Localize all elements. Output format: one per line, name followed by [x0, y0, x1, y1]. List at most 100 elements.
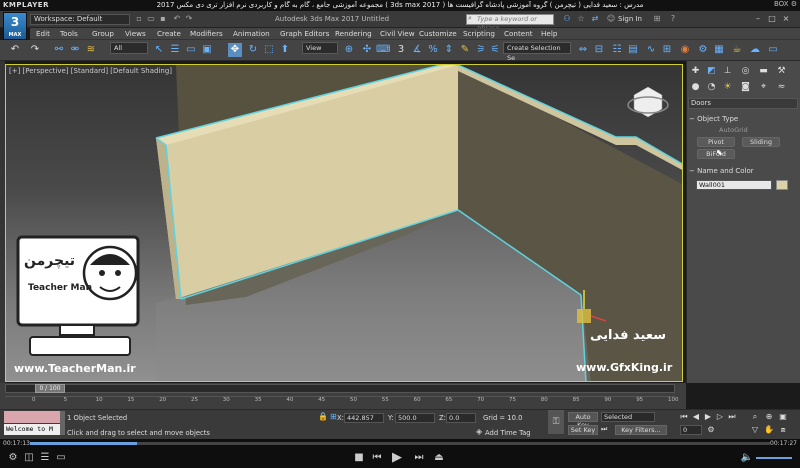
star-icon[interactable]: ☆ [576, 14, 586, 24]
selection-filter-dropdown[interactable]: All [110, 42, 148, 54]
geometry-icon[interactable]: ● [689, 81, 702, 94]
rendered-frame-icon[interactable]: ▦ [712, 43, 726, 57]
align-icon[interactable]: ⚟ [488, 43, 502, 57]
object-name-field[interactable]: Wall001 [696, 180, 772, 190]
player-subtitle-icon[interactable]: ▭ [54, 451, 68, 465]
pan-icon[interactable]: ✋ [764, 425, 774, 435]
category-dropdown[interactable]: Doors [688, 98, 798, 109]
align-tool-icon[interactable]: ⊟ [592, 43, 606, 57]
current-frame-field[interactable]: 0 [680, 425, 702, 435]
select-place-icon[interactable]: ⬆ [278, 43, 292, 57]
help-icon[interactable]: ? [668, 14, 678, 24]
menu-tools[interactable]: Tools [60, 29, 78, 38]
player-stop-icon[interactable]: ■ [352, 451, 366, 465]
select-object-icon[interactable]: ↖ [152, 43, 166, 57]
menu-views[interactable]: Views [125, 29, 146, 38]
select-scale-icon[interactable]: ⬚ [262, 43, 276, 57]
modify-tab-icon[interactable]: ◩ [705, 65, 718, 78]
absolute-mode-icon[interactable]: ⊞ [330, 412, 337, 421]
exchange-icon[interactable]: ⇄ [590, 14, 600, 24]
player-next-icon[interactable]: ⏭ [412, 451, 426, 465]
binoculars-icon[interactable]: ⚇ [562, 14, 572, 24]
player-list-icon[interactable]: ☰ [38, 451, 52, 465]
keyboard-shortcut-icon[interactable]: ⌨ [376, 43, 390, 57]
link-icon[interactable]: ⚯ [52, 43, 66, 57]
menu-animation[interactable]: Animation [233, 29, 270, 38]
sliding-button[interactable]: Sliding [742, 137, 780, 147]
user-icon[interactable]: ☺ [606, 14, 616, 24]
max-app-button[interactable]: 3 MAX [3, 12, 27, 40]
autogrid-checkbox[interactable]: AutoGrid [719, 126, 748, 134]
close-button[interactable]: × [780, 13, 792, 24]
player-volume-slider[interactable] [756, 457, 792, 459]
mirror-tool-icon[interactable]: ⇔ [576, 43, 590, 57]
a360-icon[interactable]: ▭ [766, 43, 780, 57]
edit-named-selection-icon[interactable]: ✎ [458, 43, 472, 57]
save-icon[interactable]: ▪ [158, 14, 168, 24]
player-volume-icon[interactable]: 🔈 [740, 451, 754, 465]
minimize-button[interactable]: – [752, 13, 764, 24]
prev-frame-icon[interactable]: ◀ [691, 412, 701, 422]
new-icon[interactable]: ▫ [134, 14, 144, 24]
display-tab-icon[interactable]: ▬ [757, 65, 770, 78]
cameras-icon[interactable]: ◙ [739, 81, 752, 94]
undo-icon[interactable]: ↶ [8, 43, 22, 57]
redo-small-icon[interactable]: ↷ [184, 14, 194, 24]
goto-start-icon[interactable]: ⏮ [679, 412, 689, 422]
lights-icon[interactable]: ☀ [721, 81, 734, 94]
player-progress-track[interactable] [30, 442, 770, 445]
player-settings-icon[interactable]: ⚙ [6, 451, 20, 465]
maxscript-listener-mini[interactable] [4, 411, 60, 423]
utilities-tab-icon[interactable]: ⚒ [775, 65, 788, 78]
schematic-view-icon[interactable]: ⊞ [660, 43, 674, 57]
zoom-viewport-icon[interactable]: ⌕ [750, 412, 760, 422]
player-right-label[interactable]: BOX ⚙ [774, 0, 797, 8]
name-color-rollout[interactable]: − Name and Color [689, 166, 797, 176]
helpers-icon[interactable]: ⌖ [757, 81, 770, 94]
y-coord-field[interactable]: 500.0 [395, 413, 435, 423]
bind-space-warp-icon[interactable]: ≋ [84, 43, 98, 57]
maximize-button[interactable]: □ [766, 13, 778, 24]
angle-snap-icon[interactable]: ∡ [410, 43, 424, 57]
maxscript-input[interactable]: Welcome to M [4, 424, 60, 435]
curve-editor-icon[interactable]: ∿ [644, 43, 658, 57]
workspace-dropdown[interactable]: Workspace: Default [30, 14, 130, 25]
player-eject-icon[interactable]: ⏏ [432, 451, 446, 465]
key-mode-dropdown[interactable]: Selected [601, 412, 655, 422]
pivot-button[interactable]: Pivot [697, 137, 735, 147]
zoom-extents-icon[interactable]: ▣ [778, 412, 788, 422]
next-frame-icon[interactable]: ▷ [715, 412, 725, 422]
spinner-snap-icon[interactable]: ⇕ [442, 43, 456, 57]
cart-icon[interactable]: ⊞ [652, 14, 662, 24]
hierarchy-tab-icon[interactable]: ⊥ [721, 65, 734, 78]
material-editor-icon[interactable]: ◉ [678, 43, 692, 57]
goto-end-icon[interactable]: ⏭ [727, 412, 737, 422]
select-by-name-icon[interactable]: ☰ [168, 43, 182, 57]
player-play-icon[interactable]: ▶ [390, 451, 404, 465]
z-coord-field[interactable]: 0.0 [446, 413, 476, 423]
rect-selection-icon[interactable]: ▭ [184, 43, 198, 57]
snaps-toggle-icon[interactable]: 3 [394, 43, 408, 57]
key-filters-button[interactable]: Key Filters... [615, 425, 667, 435]
named-selection-set-dropdown[interactable]: Create Selection Se [503, 42, 571, 62]
menu-group[interactable]: Group [92, 29, 114, 38]
add-time-tag[interactable]: Add Time Tag [485, 429, 531, 437]
search-input[interactable]: Type a keyword or phrase [466, 14, 554, 32]
menu-rendering[interactable]: Rendering [335, 29, 372, 38]
player-3d-icon[interactable]: ◫ [22, 451, 36, 465]
lock-icon[interactable]: 🔒 [318, 412, 328, 421]
create-tab-icon[interactable]: ✚ [689, 65, 702, 78]
time-slider-track[interactable] [5, 384, 675, 393]
set-key-filter-icon[interactable]: ⏭ [601, 425, 613, 435]
time-slider-thumb[interactable]: 0 / 100 [35, 384, 65, 393]
menu-graph-editors[interactable]: Graph Editors [280, 29, 329, 38]
layer-explorer-icon[interactable]: ☷ [610, 43, 624, 57]
shapes-icon[interactable]: ◔ [705, 81, 718, 94]
menu-edit[interactable]: Edit [36, 29, 50, 38]
x-coord-field[interactable]: 442.857 [344, 413, 384, 423]
open-icon[interactable]: ▭ [146, 14, 156, 24]
player-prev-icon[interactable]: ⏮ [370, 451, 384, 465]
zoom-all-icon[interactable]: ⊕ [764, 412, 774, 422]
viewport-label[interactable]: [+] [Perspective] [Standard] [Default Sh… [9, 67, 172, 75]
mirror-icon[interactable]: ⚞ [474, 43, 488, 57]
